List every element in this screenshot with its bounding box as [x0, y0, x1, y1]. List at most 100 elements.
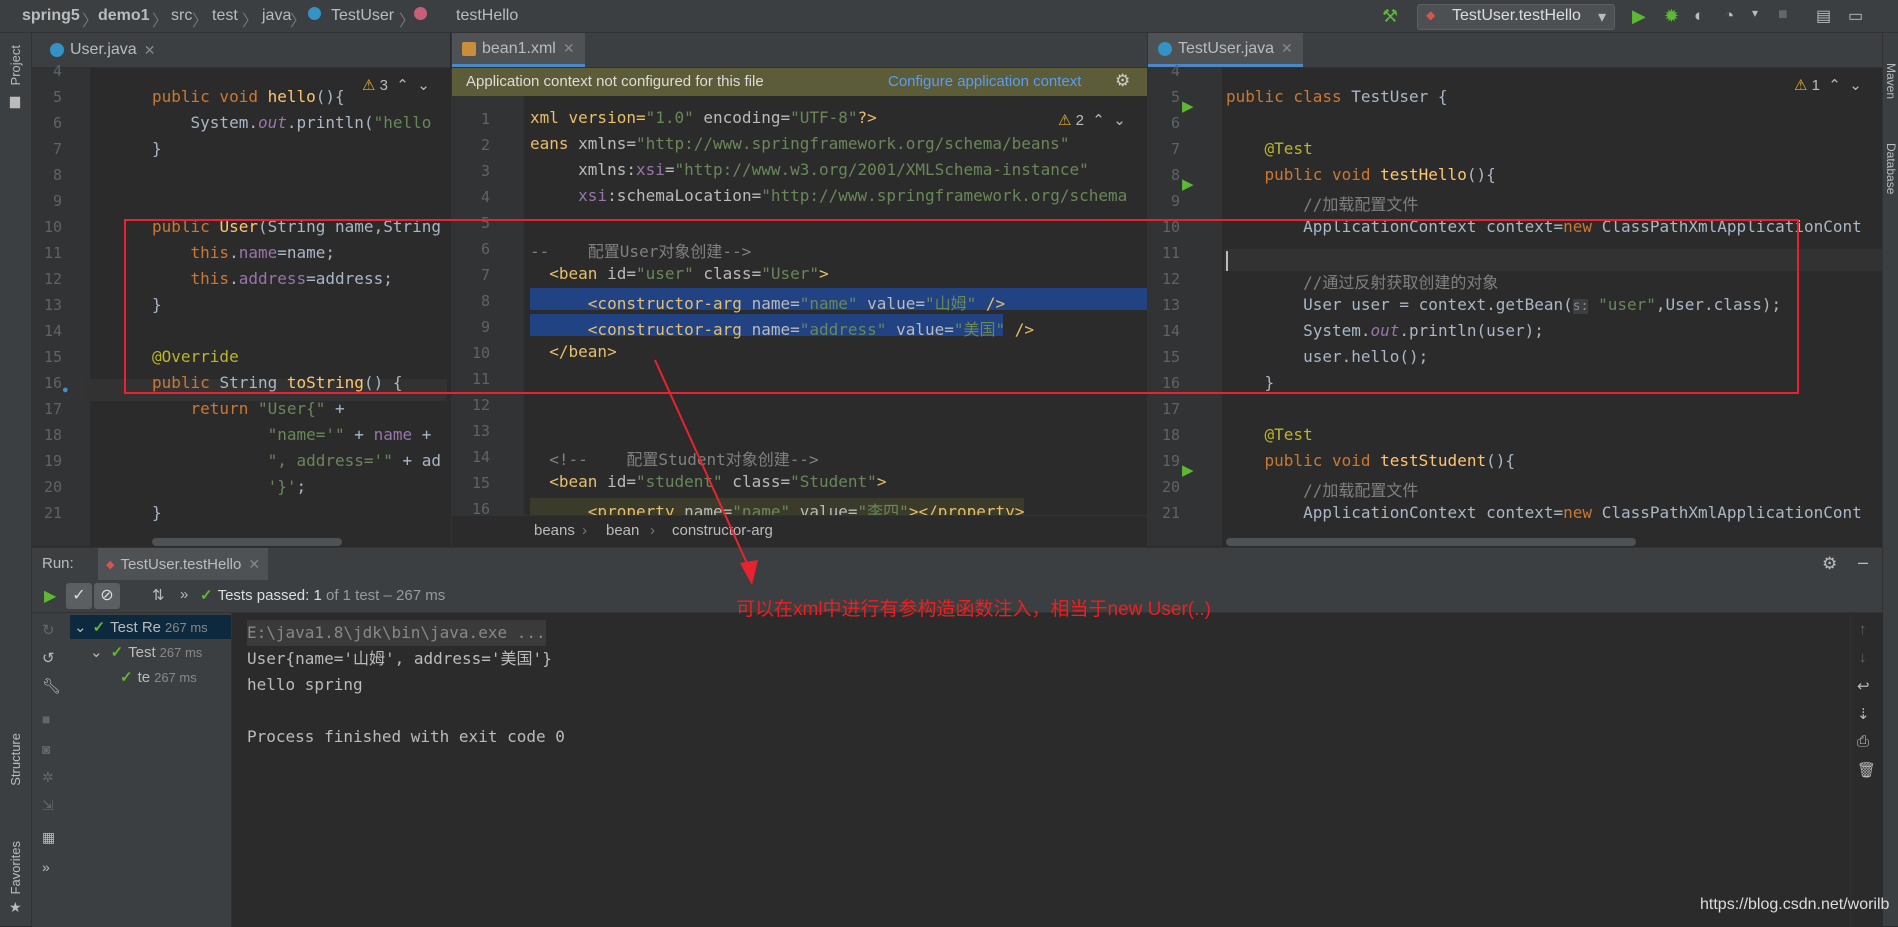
favorites-tool-button[interactable]: Favorites	[8, 841, 23, 894]
project-structure-icon[interactable]: ▤	[1816, 6, 1836, 26]
tests-status: ✓ Tests passed: 1 of 1 test – 267 ms	[200, 586, 445, 604]
rerun-icon[interactable]: ▶	[44, 586, 56, 606]
code-line: public class TestUser {	[1226, 87, 1448, 106]
folder-icon: ▆	[10, 93, 20, 108]
print-icon[interactable]: ⎙	[1857, 733, 1869, 750]
line-number: 14	[1161, 322, 1180, 340]
console-line: User{name='山姆', address='美国'}	[247, 649, 552, 668]
annotation-text: 可以在xml中进行有参构造函数注入，相当于new User(..)	[736, 599, 1212, 620]
sort-icon[interactable]: ⇅	[152, 586, 165, 604]
settings-small-icon[interactable]: ✲	[42, 769, 54, 786]
breadcrumb-class[interactable]: TestUser	[331, 7, 394, 25]
breadcrumb-project[interactable]: spring5	[22, 7, 80, 25]
tree-row-root[interactable]: ⌄ ✓ Test Re 267 ms	[70, 615, 231, 639]
code-line: ApplicationContext context=new ClassPath…	[1226, 217, 1862, 236]
scroll-to-end-icon[interactable]: ⇣	[1857, 705, 1870, 723]
debug-bug-icon[interactable]: ✹	[1664, 6, 1684, 26]
rerun-failed-icon[interactable]: ↻	[42, 621, 55, 639]
code-line: <constructor-arg name="address" value="美…	[530, 320, 1035, 339]
code-line: System.out.println("hello	[152, 113, 432, 132]
code-line: ", address='" + ad	[267, 451, 441, 470]
toggle-auto-test-icon[interactable]: ↺	[42, 649, 55, 667]
close-icon[interactable]: ✕	[563, 40, 575, 57]
build-hammer-icon[interactable]: ⚒	[1382, 6, 1402, 26]
close-icon[interactable]: ✕	[144, 42, 156, 59]
show-passed-toggle-icon[interactable]: ✓	[66, 583, 92, 609]
horizontal-scrollbar[interactable]	[152, 538, 342, 546]
warning-count: 3	[379, 77, 388, 94]
soft-wrap-icon[interactable]: ↩	[1857, 677, 1870, 695]
minimize-icon[interactable]: –	[1858, 552, 1868, 573]
breadcrumb-java[interactable]: java	[262, 7, 291, 25]
line-number: 13	[43, 296, 62, 314]
warnings-indicator[interactable]: ⚠ 3 ⌃ ⌄	[362, 76, 430, 94]
show-ignored-toggle-icon[interactable]: ⊘	[94, 583, 120, 609]
horizontal-scrollbar[interactable]	[1226, 538, 1636, 546]
tree-row-class[interactable]: ⌄ ✓ Test 267 ms	[90, 640, 202, 664]
tab-label: bean1.xml	[482, 39, 556, 57]
more-run-options-icon[interactable]: ▾	[1752, 6, 1772, 26]
line-number: 5	[480, 214, 490, 232]
code-line: eans xmlns="http://www.springframework.o…	[530, 134, 1070, 153]
maven-tool-button[interactable]: Maven	[1884, 63, 1898, 99]
structure-tool-button[interactable]: Structure	[8, 733, 23, 786]
up-arrow-icon[interactable]: ↑	[1859, 621, 1867, 638]
run-icon[interactable]: ▶	[1632, 6, 1652, 26]
xml-crumb-beans[interactable]: beans	[534, 522, 575, 539]
line-number: 16	[43, 374, 62, 392]
project-tool-button[interactable]: Project	[8, 45, 23, 85]
gear-icon[interactable]: ⚙	[1822, 554, 1837, 574]
tree-row-duration: 267 ms	[159, 644, 203, 660]
close-icon[interactable]: ✕	[248, 556, 260, 573]
profile-icon[interactable]: ◔	[1724, 6, 1744, 26]
layout-icon[interactable]: ▭	[1848, 6, 1868, 26]
trash-icon[interactable]: 🗑︎	[1857, 761, 1876, 779]
check-icon: ✓	[92, 619, 106, 636]
wrench-icon[interactable]: 🔧︎	[42, 677, 61, 695]
run-gutter-icon[interactable]: ▶	[1182, 175, 1194, 193]
tab-run-testhello[interactable]: ◆ TestUser.testHello ✕	[98, 548, 269, 580]
line-number: 12	[1161, 270, 1180, 288]
breadcrumb-module[interactable]: demo1	[98, 7, 150, 25]
tree-row-method[interactable]: ✓ te 267 ms	[120, 665, 197, 689]
console-side-toolbar: ↑ ↓ ↩ ⇣ ⎙ 🗑︎	[1850, 613, 1883, 927]
database-tool-button[interactable]: Database	[1884, 143, 1898, 194]
line-number: 19	[1161, 452, 1180, 470]
warnings-indicator[interactable]: ⚠ 2 ⌃ ⌄	[1058, 111, 1126, 129]
stop-icon[interactable]: ■	[1778, 6, 1798, 26]
camera-icon[interactable]: ◙	[42, 741, 50, 757]
close-icon[interactable]: ✕	[1281, 40, 1293, 57]
navigation-bar: spring5 〉 demo1 〉 src 〉 test 〉 java 〉 Te…	[0, 0, 1898, 33]
stop-icon[interactable]: ■	[42, 711, 50, 727]
console-output[interactable]: E:\java1.8\jdk\bin\java.exe ... User{name…	[247, 620, 565, 750]
xml-crumb-constructor-arg[interactable]: constructor-arg	[672, 522, 773, 539]
editor-tab-bar: bean1.xml ✕	[452, 33, 1147, 68]
breadcrumb-src[interactable]: src	[171, 7, 192, 25]
run-configuration-select[interactable]: ◆ TestUser.testHello ▾	[1417, 4, 1615, 30]
line-number: 4	[1170, 62, 1180, 80]
editor-pane-testuser-java: TestUser.java ✕ 4 5 6 7 8 9 10 11 12 13 14 15 16 17 18…	[1147, 33, 1882, 546]
run-gutter-icon[interactable]: ▶	[1182, 461, 1194, 479]
export-icon[interactable]: ⇲	[42, 797, 54, 814]
down-arrow-icon[interactable]: ↓	[1859, 649, 1867, 666]
warnings-indicator[interactable]: ⚠ 1 ⌃ ⌄	[1794, 76, 1862, 94]
configure-context-link[interactable]: Configure application context	[888, 73, 1081, 90]
breadcrumb-method[interactable]: testHello	[456, 7, 518, 25]
run-gutter-icon[interactable]: ▶	[1182, 97, 1194, 115]
layout-grid-icon[interactable]: ▦	[42, 829, 55, 846]
line-number: 11	[1161, 244, 1180, 262]
console-line: E:\java1.8\jdk\bin\java.exe ...	[247, 620, 546, 646]
breadcrumb-test[interactable]: test	[212, 7, 238, 25]
more-icon[interactable]: »	[180, 586, 188, 603]
xml-crumb-bean[interactable]: bean	[606, 522, 639, 539]
line-number: 6	[52, 114, 62, 132]
more-icon[interactable]: »	[42, 859, 50, 875]
run-tab-label: TestUser.testHello	[120, 555, 242, 573]
gear-icon[interactable]: ⚙	[1115, 71, 1130, 91]
line-number: 7	[480, 266, 490, 284]
xml-breadcrumbs: beans › bean › constructor-arg	[452, 515, 1147, 546]
tab-bean1-xml[interactable]: bean1.xml ✕	[452, 33, 585, 67]
chevron-down-icon: ⌄	[74, 619, 87, 636]
status-suffix: of 1 test – 267 ms	[321, 587, 446, 604]
coverage-icon[interactable]: ◐	[1694, 6, 1714, 26]
